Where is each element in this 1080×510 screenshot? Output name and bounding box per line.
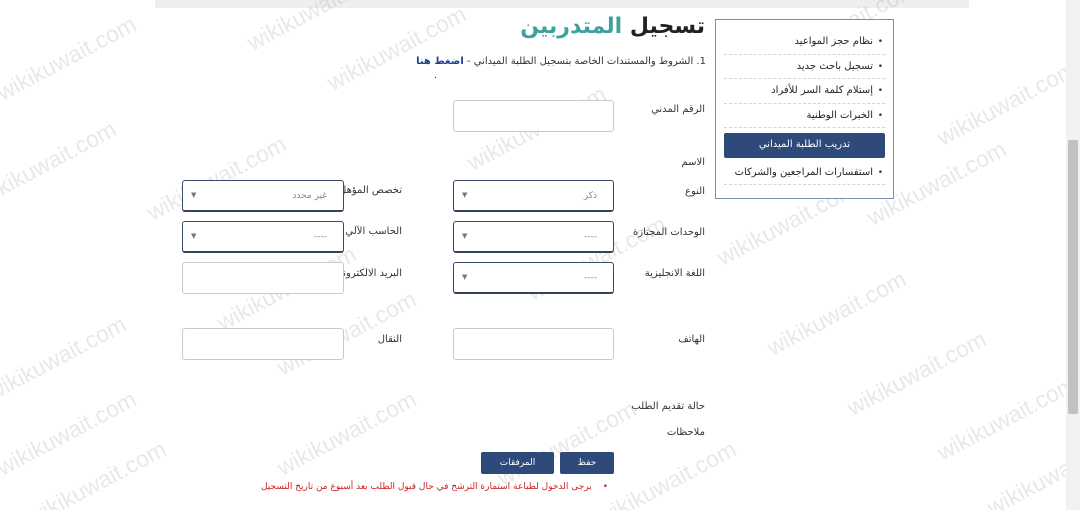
conditions-link[interactable]: اضغط هنا: [416, 56, 464, 67]
specialization-select[interactable]: غير محدد ▼: [182, 180, 344, 212]
computer-value: ----: [314, 232, 327, 242]
sidebar-item-appointments[interactable]: • نظام حجز المواعيد: [724, 30, 885, 55]
specialization-label: تخصص المؤهل: [339, 185, 402, 196]
conditions-line: 1. الشروط والمستندات الخاصة بتسجيل الطلب…: [416, 56, 706, 67]
save-button[interactable]: حفظ: [560, 452, 614, 474]
sidebar-item-label: نظام حجز المواعيد: [794, 36, 873, 47]
watermark: wikikuwait.com: [322, 0, 471, 96]
computer-select[interactable]: ---- ▼: [182, 221, 344, 253]
phone-label: الهاتف: [678, 334, 705, 345]
sidebar-item-password[interactable]: • إستلام كلمة السر للأفراد: [724, 79, 885, 104]
attachments-button[interactable]: المرفقات: [481, 452, 554, 474]
sidebar-item-label: تدريب الطلبة الميداني: [758, 139, 851, 150]
email-input[interactable]: [182, 262, 344, 294]
phone-input[interactable]: [453, 328, 614, 360]
chevron-down-icon: ▼: [462, 273, 468, 281]
mobile-label: النقال: [377, 334, 402, 345]
mobile-input[interactable]: [182, 328, 344, 360]
english-label: اللغة الانجليزية: [644, 268, 705, 279]
sidebar-item-label: إستلام كلمة السر للأفراد: [771, 85, 873, 96]
sidebar-item-label: تسجيل باحث جديد: [796, 60, 873, 72]
watermark: wikikuwait.com: [272, 385, 421, 481]
sidebar-item-national-expertise[interactable]: • الخبرات الوطنية: [724, 104, 885, 128]
chevron-down-icon: ▼: [191, 191, 197, 199]
watermark: wikikuwait.com: [0, 385, 141, 481]
sidebar-menu: • نظام حجز المواعيد • تسجيل باحث جديد • …: [715, 19, 894, 199]
email-label: البريد الالكتروني: [334, 268, 402, 279]
units-value: ----: [584, 232, 597, 242]
note-bullet-icon: •: [602, 482, 608, 492]
sidebar-item-inquiries[interactable]: • استفسارات المراجعين والشركات: [724, 161, 885, 185]
watermark: wikikuwait.com: [242, 0, 391, 56]
scrollbar-thumb[interactable]: [1068, 140, 1078, 414]
sidebar-item-label: استفسارات المراجعين والشركات: [734, 166, 873, 178]
bullet-icon: •: [877, 86, 883, 96]
watermark: wikikuwait.com: [592, 435, 741, 510]
top-bar: [155, 0, 969, 8]
units-label: الوحدات المجتازة: [633, 227, 705, 238]
title-part1: تسجيل: [629, 14, 705, 39]
watermark: wikikuwait.com: [932, 55, 1080, 151]
bullet-icon: •: [877, 110, 883, 121]
bullet-icon: •: [877, 61, 883, 72]
chevron-down-icon: ▼: [191, 232, 197, 240]
watermark: wikikuwait.com: [932, 370, 1080, 466]
english-select[interactable]: ---- ▼: [453, 262, 614, 294]
english-value: ----: [584, 273, 597, 283]
bullet-icon: •: [877, 37, 883, 47]
sidebar-item-label: الخبرات الوطنية: [806, 109, 873, 121]
chevron-down-icon: ▼: [462, 191, 468, 199]
name-label: الاسم: [681, 157, 705, 168]
status-label: حالة تقديم الطلب: [631, 401, 705, 412]
watermark: wikikuwait.com: [0, 115, 121, 211]
watermark: wikikuwait.com: [492, 395, 641, 491]
watermark: wikikuwait.com: [0, 10, 141, 106]
watermark: wikikuwait.com: [0, 310, 131, 406]
sidebar-item-field-training[interactable]: • تدريب الطلبة الميداني: [724, 133, 885, 158]
gender-value: ذكر: [583, 191, 597, 201]
watermark: wikikuwait.com: [762, 265, 911, 361]
watermark: wikikuwait.com: [22, 435, 171, 510]
civil-id-input[interactable]: [453, 100, 614, 132]
page-title: تسجيل المتدربين: [520, 14, 705, 39]
computer-label: الحاسب الآلي: [345, 226, 402, 237]
chevron-down-icon: ▼: [462, 232, 468, 240]
watermark: wikikuwait.com: [842, 325, 991, 421]
units-select[interactable]: ---- ▼: [453, 221, 614, 253]
gender-select[interactable]: ذكر ▼: [453, 180, 614, 212]
gender-label: النوع: [685, 186, 705, 197]
notes-label: ملاحظات: [666, 427, 705, 438]
conditions-text: 1. الشروط والمستندات الخاصة بتسجيل الطلب…: [466, 56, 706, 67]
specialization-value: غير محدد: [292, 191, 327, 201]
small-dot: .: [434, 71, 437, 81]
sidebar-item-new-researcher[interactable]: • تسجيل باحث جديد: [724, 55, 885, 79]
title-part2: المتدربين: [520, 14, 623, 39]
bullet-icon: •: [877, 167, 883, 178]
civil-id-label: الرقم المدني: [651, 104, 705, 115]
watermark: wikikuwait.com: [142, 130, 291, 226]
registration-note: • يرجى الدخول لطباعة استمارة الترشح في ح…: [261, 482, 608, 492]
note-text: يرجى الدخول لطباعة استمارة الترشح في حال…: [260, 482, 592, 492]
